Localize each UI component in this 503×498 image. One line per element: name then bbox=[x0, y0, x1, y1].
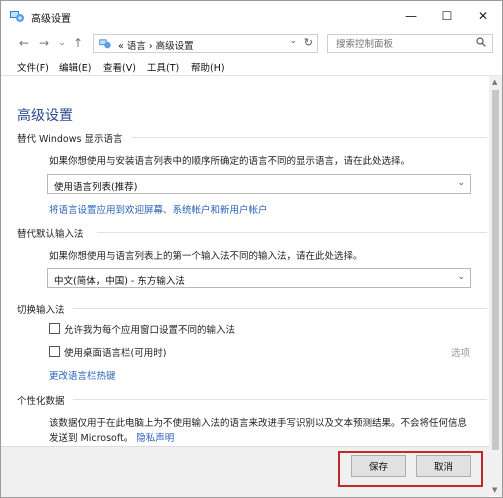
per-app-input-checkbox[interactable] bbox=[49, 323, 60, 334]
menu-help[interactable]: 帮助(H) bbox=[191, 60, 225, 74]
section-divider bbox=[73, 308, 487, 309]
vertical-scrollbar[interactable]: ▲ ▼ bbox=[489, 76, 502, 496]
personalization-description: 该数据仅用于在此电脑上为不使用输入法的语言来改进手写识别以及文本预测结果。不会将… bbox=[49, 418, 468, 429]
chevron-down-icon: ⌄ bbox=[457, 178, 465, 188]
display-language-description: 如果你想使用与安装语言列表中的顺序所确定的语言不同的显示语言，请在此处选择。 bbox=[49, 156, 411, 167]
up-arrow-icon[interactable]: ↑ bbox=[69, 34, 87, 52]
scrollbar-thumb[interactable] bbox=[492, 90, 499, 450]
minimize-button[interactable]: — bbox=[393, 1, 429, 31]
address-dropdown-icon[interactable]: ⌄ bbox=[289, 36, 297, 46]
default-input-selected: 中文(简体，中国) - 东方输入法 bbox=[54, 276, 185, 287]
section-title-display-language: 替代 Windows 显示语言 bbox=[17, 134, 123, 145]
address-bar[interactable]: « 语言 › 高级设置 ⌄ ↻ bbox=[93, 34, 318, 53]
section-title-personalization: 个性化数据 bbox=[17, 396, 65, 407]
menu-edit[interactable]: 编辑(E) bbox=[59, 60, 91, 74]
red-highlight-box bbox=[338, 451, 483, 487]
menu-view[interactable]: 查看(V) bbox=[103, 60, 136, 74]
privacy-statement-link[interactable]: 隐私声明 bbox=[136, 433, 174, 444]
window-title: 高级设置 bbox=[31, 14, 71, 25]
scroll-down-icon[interactable]: ▼ bbox=[492, 486, 497, 494]
menu-file[interactable]: 文件(F) bbox=[17, 60, 49, 74]
maximize-button[interactable]: ☐ bbox=[429, 1, 465, 31]
default-input-select[interactable]: 中文(简体，中国) - 东方输入法 ⌄ bbox=[47, 268, 471, 288]
section-title-default-input: 替代默认输入法 bbox=[17, 229, 84, 240]
settings-content: 高级设置 替代 Windows 显示语言 如果你想使用与安装语言列表中的顺序所确… bbox=[1, 76, 489, 496]
section-divider bbox=[73, 399, 487, 400]
apply-language-settings-link[interactable]: 将语言设置应用到欢迎屏幕、系统帐户和新用户帐户 bbox=[49, 202, 268, 216]
title-bar: 高级设置 — ☐ ✕ bbox=[1, 1, 502, 31]
refresh-icon[interactable]: ↻ bbox=[304, 36, 313, 49]
control-panel-icon bbox=[99, 39, 111, 49]
close-button[interactable]: ✕ bbox=[465, 1, 501, 31]
personalization-description-end: 发送到 Microsoft。 bbox=[49, 433, 134, 444]
section-divider bbox=[131, 137, 487, 138]
advanced-settings-window: 高级设置 — ☐ ✕ ← → ⌄ ↑ « 语言 › 高级设置 ⌄ ↻ 搜索控制面… bbox=[0, 0, 503, 498]
language-bar-options-link[interactable]: 选项 bbox=[451, 345, 470, 359]
search-input[interactable] bbox=[334, 36, 468, 53]
control-panel-icon bbox=[10, 11, 24, 22]
display-language-select[interactable]: 使用语言列表(推荐) ⌄ bbox=[47, 174, 471, 194]
change-hotkey-link[interactable]: 更改语言栏热键 bbox=[49, 368, 116, 382]
default-input-description: 如果你想使用与语言列表上的第一个输入法不同的输入法，请在此处选择。 bbox=[49, 251, 363, 262]
search-box[interactable] bbox=[327, 34, 493, 53]
per-app-input-label[interactable]: 允许我为每个应用窗口设置不同的输入法 bbox=[64, 322, 235, 336]
desktop-language-bar-label[interactable]: 使用桌面语言栏(可用时) bbox=[64, 345, 166, 359]
page-title: 高级设置 bbox=[17, 108, 73, 124]
scroll-up-icon[interactable]: ▲ bbox=[492, 78, 497, 86]
display-language-selected: 使用语言列表(推荐) bbox=[54, 182, 138, 193]
section-title-switch-input: 切换输入法 bbox=[17, 305, 65, 316]
section-divider bbox=[97, 232, 487, 233]
menu-tools[interactable]: 工具(T) bbox=[147, 60, 179, 74]
menu-bar: 文件(F) 编辑(E) 查看(V) 工具(T) 帮助(H) bbox=[1, 57, 502, 76]
personalization-description-line2: 发送到 Microsoft。 隐私声明 bbox=[49, 430, 174, 444]
breadcrumb[interactable]: « 语言 › 高级设置 bbox=[118, 38, 194, 52]
back-arrow-icon[interactable]: ← bbox=[15, 34, 33, 52]
search-icon[interactable] bbox=[476, 37, 486, 47]
desktop-language-bar-checkbox[interactable] bbox=[49, 346, 60, 357]
forward-arrow-icon[interactable]: → bbox=[35, 34, 53, 52]
navigation-bar: ← → ⌄ ↑ « 语言 › 高级设置 ⌄ ↻ bbox=[1, 31, 502, 57]
chevron-down-icon: ⌄ bbox=[457, 272, 465, 282]
